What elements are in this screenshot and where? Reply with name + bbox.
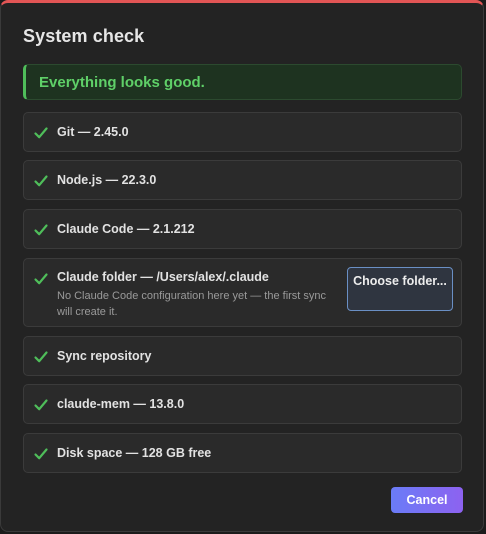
check-label: Node.js — 22.3.0: [57, 173, 157, 187]
check-label: Claude Code — 2.1.212: [57, 222, 195, 236]
status-banner: Everything looks good.: [23, 64, 462, 100]
check-label: Claude folder — /Users/alex/.claude: [57, 270, 269, 284]
system-check-dialog: System check Everything looks good. Git …: [0, 0, 484, 532]
check-label: Disk space — 128 GB free: [57, 446, 212, 460]
check-icon: [33, 349, 49, 365]
check-row-disk-space: Disk space — 128 GB free: [23, 433, 462, 473]
check-row-claude-mem: claude-mem — 13.8.0: [23, 384, 462, 424]
check-row-claude-code: Claude Code — 2.1.212: [23, 209, 462, 249]
check-row-nodejs: Node.js — 22.3.0: [23, 160, 462, 200]
check-icon: [33, 446, 49, 462]
check-row-sync-repository: Sync repository: [23, 336, 462, 376]
check-label: Git — 2.45.0: [57, 125, 129, 139]
check-label: claude-mem — 13.8.0: [57, 397, 185, 411]
check-row-claude-folder: Claude folder — /Users/alex/.claude No C…: [23, 258, 462, 327]
check-label: Sync repository: [57, 349, 152, 363]
check-icon: [33, 173, 49, 189]
check-icon: [33, 271, 49, 287]
check-row-git: Git — 2.45.0: [23, 112, 462, 152]
choose-folder-button[interactable]: Choose folder...: [347, 267, 453, 311]
check-icon: [33, 125, 49, 141]
check-description: No Claude Code configuration here yet — …: [57, 290, 327, 318]
check-icon: [33, 397, 49, 413]
check-icon: [33, 222, 49, 238]
cancel-button[interactable]: Cancel: [391, 487, 463, 513]
dialog-title: System check: [23, 26, 145, 46]
